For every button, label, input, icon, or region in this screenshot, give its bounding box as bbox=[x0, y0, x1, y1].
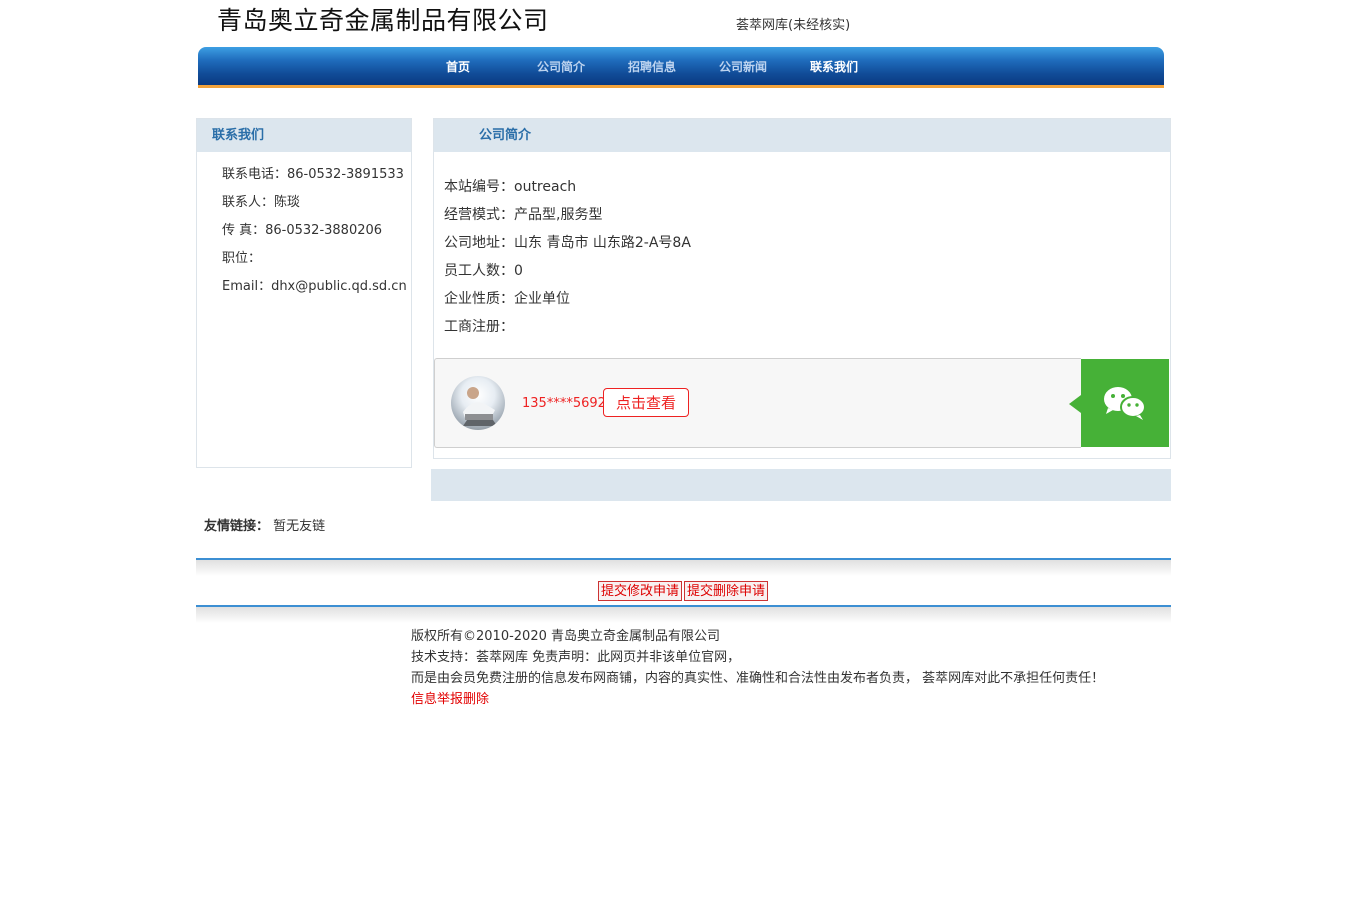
reveal-phone-button[interactable]: 点击查看 bbox=[603, 388, 689, 417]
profile-business-mode: 经营模式：产品型,服务型 bbox=[444, 207, 603, 223]
wechat-pointer bbox=[1069, 395, 1081, 413]
submit-delete-request-button[interactable]: 提交删除申请 bbox=[684, 581, 769, 601]
profile-site-id: 本站编号：outreach bbox=[444, 179, 577, 195]
friend-links-label: 友情链接： bbox=[204, 519, 270, 534]
divider-shadow bbox=[196, 560, 1171, 576]
submit-modify-request-button[interactable]: 提交修改申请 bbox=[598, 581, 683, 601]
contact-box: 联系我们 联系电话：86-0532-3891533 联系人：陈琰 传 真：86-… bbox=[196, 118, 412, 468]
masked-phone: 135****5692 bbox=[522, 396, 606, 411]
contact-box-title: 联系我们 bbox=[197, 119, 411, 152]
contact-email[interactable]: Email：dhx@public.qd.sd.cn bbox=[222, 275, 407, 303]
divider-shadow bbox=[196, 607, 1171, 623]
footer-support: 技术支持：荟萃网库 免责声明：此网页并非该单位官网， bbox=[411, 650, 741, 665]
contact-position: 职位： bbox=[222, 251, 262, 266]
nav-home[interactable]: 首页 bbox=[446, 58, 537, 75]
nav-company-profile[interactable]: 公司简介 bbox=[537, 58, 628, 75]
profile-employees: 员工人数：0 bbox=[444, 263, 523, 279]
contact-fax: 传 真：86-0532-3880206 bbox=[222, 223, 383, 238]
profile-registration: 工商注册： bbox=[444, 319, 514, 335]
main-nav: 首页 公司简介 招聘信息 公司新闻 联系我们 bbox=[198, 47, 1164, 88]
contact-list: 联系电话：86-0532-3891533 联系人：陈琰 传 真：86-0532-… bbox=[222, 163, 407, 303]
profile-list: 本站编号：outreach 经营模式：产品型,服务型 公司地址：山东 青岛市 山… bbox=[444, 176, 691, 344]
person-avatar-icon bbox=[451, 376, 505, 430]
wechat-icon bbox=[1104, 387, 1146, 420]
company-title: 青岛奥立奇金属制品有限公司 bbox=[217, 6, 549, 35]
content-footer-bar bbox=[431, 469, 1171, 501]
friend-links: 友情链接： 暂无友链 bbox=[204, 515, 325, 534]
report-link[interactable]: 信息举报删除 bbox=[411, 689, 1104, 710]
nav-jobs[interactable]: 招聘信息 bbox=[628, 58, 719, 75]
footer-disclaimer: 而是由会员免费注册的信息发布网商铺，内容的真实性、准确性和合法性由发布者负责， … bbox=[411, 671, 1105, 686]
site-note: 荟萃网库(未经核实) bbox=[736, 18, 851, 33]
footer: 版权所有©2010-2020 青岛奥立奇金属制品有限公司 技术支持：荟萃网库 免… bbox=[411, 626, 1104, 710]
contact-person: 联系人：陈琰 bbox=[222, 195, 301, 210]
friend-links-value: 暂无友链 bbox=[273, 519, 326, 534]
nav-news[interactable]: 公司新闻 bbox=[719, 58, 810, 75]
wechat-button[interactable] bbox=[1081, 359, 1169, 447]
profile-address: 公司地址：山东 青岛市 山东路2-A号8A bbox=[444, 235, 691, 251]
profile-company-type: 企业性质：企业单位 bbox=[444, 291, 570, 307]
profile-box-title: 公司简介 bbox=[434, 119, 1170, 152]
nav-contact[interactable]: 联系我们 bbox=[810, 58, 901, 75]
footer-copyright: 版权所有©2010-2020 青岛奥立奇金属制品有限公司 bbox=[411, 629, 720, 644]
contact-phone: 联系电话：86-0532-3891533 bbox=[222, 167, 404, 182]
